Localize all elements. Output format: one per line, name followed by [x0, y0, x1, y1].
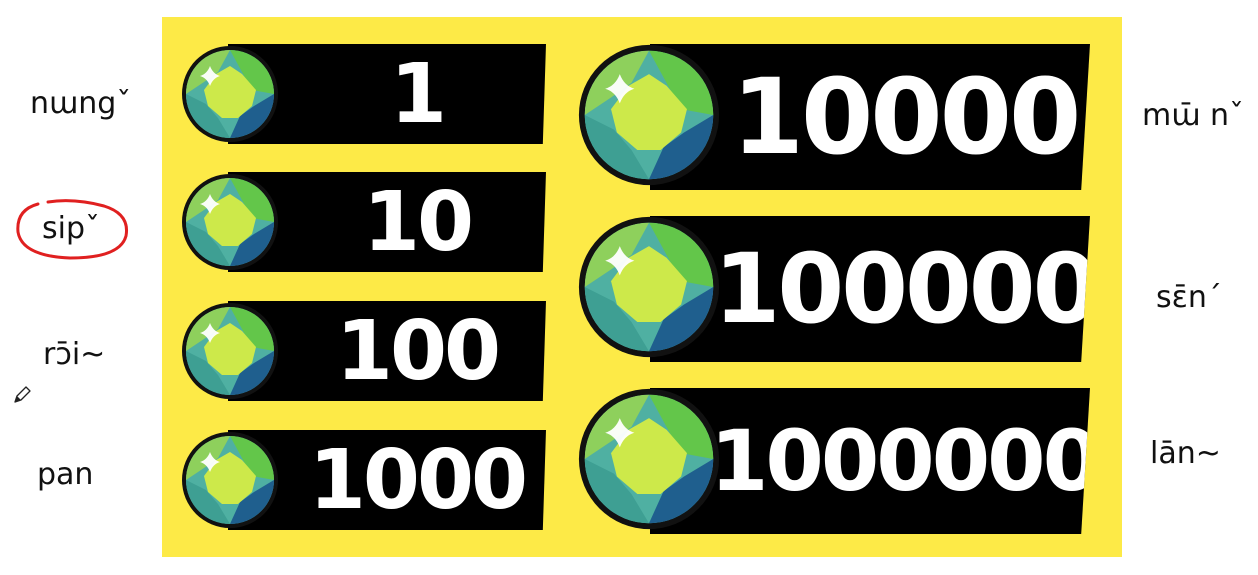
word-label-1000000: lān~	[1150, 436, 1221, 471]
word-label-1000: pan	[37, 457, 94, 492]
gem-icon	[180, 172, 280, 272]
word-label-100: rɔ̄i~	[43, 337, 106, 372]
value-text: 100000	[713, 233, 1097, 345]
value-text: 1000000	[709, 412, 1099, 510]
gem-icon	[576, 214, 722, 360]
word-label-1: nɯngˇ	[30, 86, 132, 121]
word-label-10000: mɯ̄ nˇ	[1142, 98, 1244, 133]
value-text: 10	[362, 174, 474, 270]
gem-icon	[180, 301, 280, 401]
pencil-icon	[14, 386, 31, 403]
gem-icon	[576, 386, 722, 532]
word-label-100000: sɛ̄nˊ	[1156, 280, 1222, 315]
gem-icon	[180, 430, 280, 530]
gem-icon	[576, 42, 722, 188]
value-text: 100	[335, 303, 501, 399]
value-text: 1000	[308, 432, 528, 528]
red-circle-annotation	[16, 199, 129, 260]
value-text: 1	[389, 46, 447, 142]
gem-icon	[180, 44, 280, 144]
value-text: 10000	[731, 56, 1082, 178]
